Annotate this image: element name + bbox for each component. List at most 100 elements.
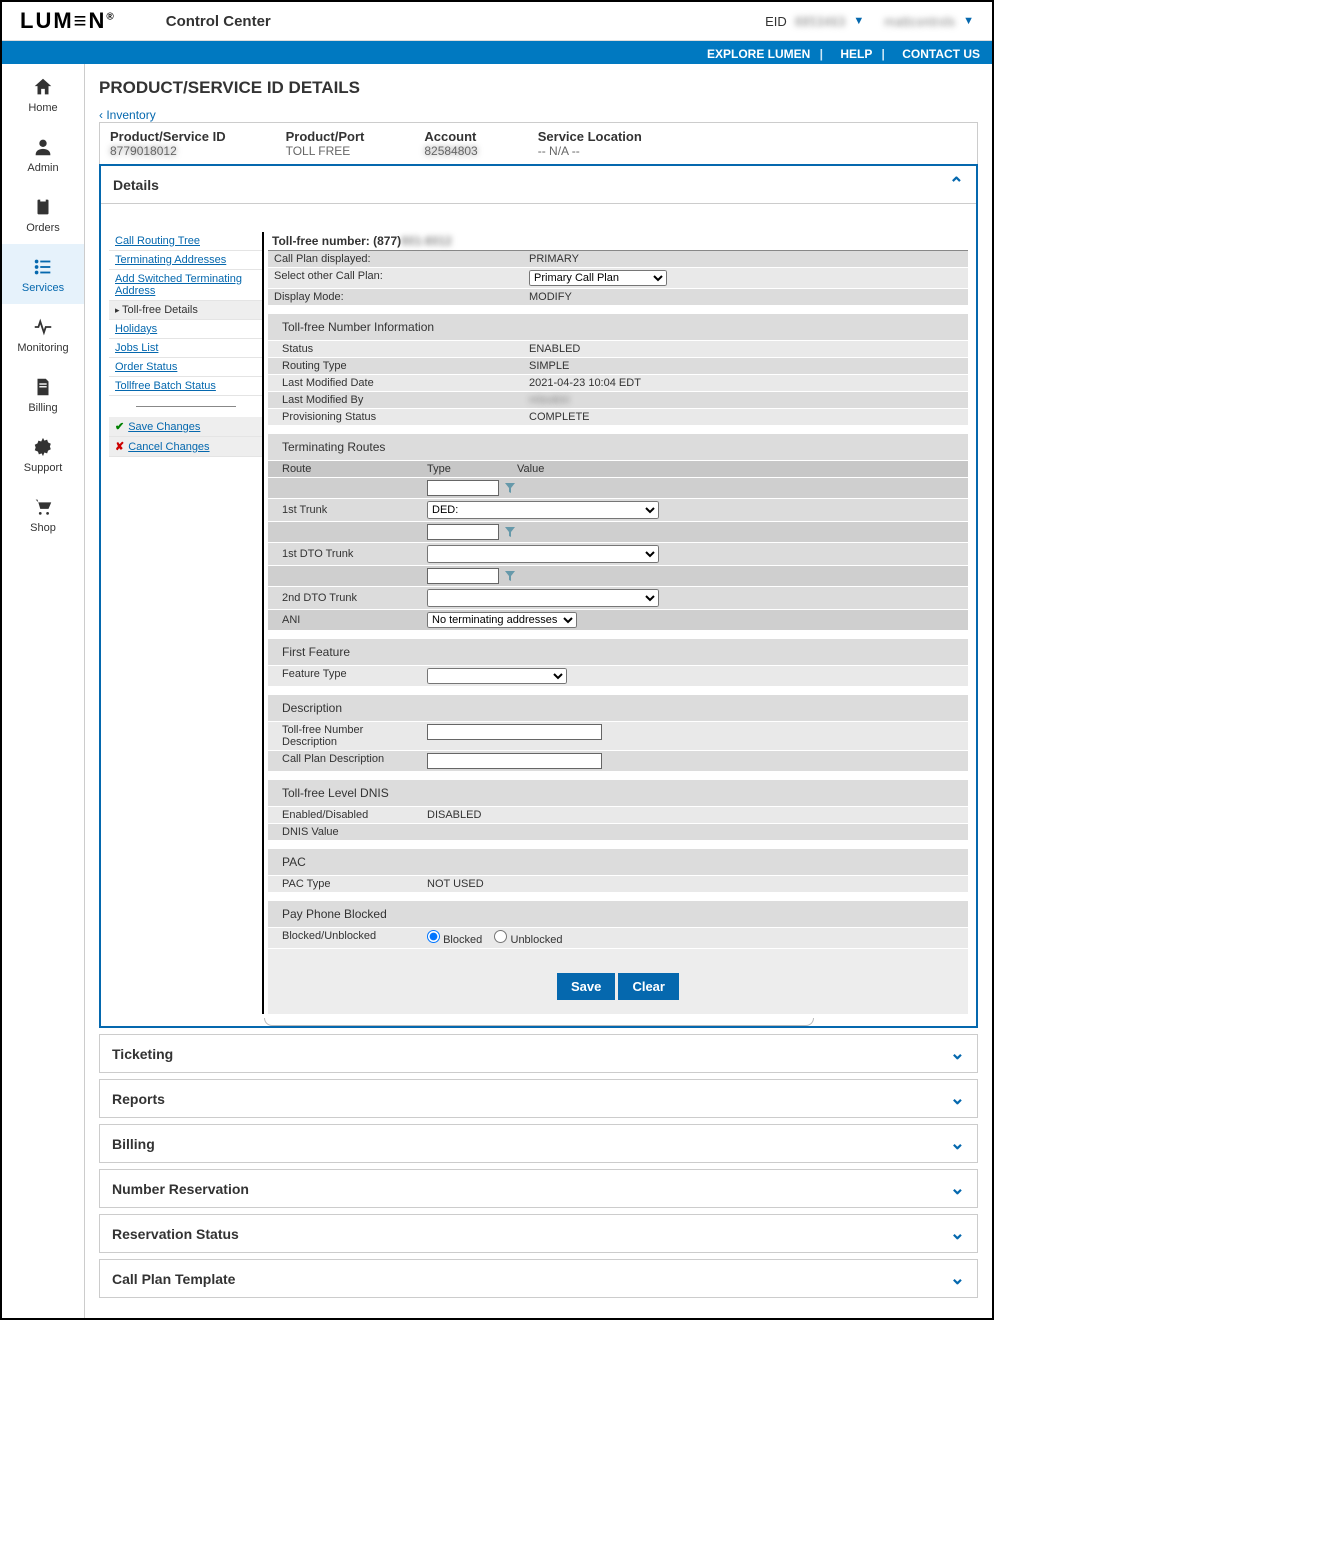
summary-row: Product/Service ID 8779018012 Product/Po… <box>99 122 978 164</box>
trunk1-select[interactable]: DED: <box>427 501 659 519</box>
tf-desc-input[interactable] <box>427 724 602 740</box>
status-value: ENABLED <box>523 341 968 357</box>
dto1-type-input[interactable] <box>427 524 499 540</box>
clipboard-icon <box>32 196 54 218</box>
pac-type-value: NOT USED <box>421 876 968 892</box>
contact-link[interactable]: CONTACT US <box>902 47 980 61</box>
loc-header: Service Location <box>538 129 642 144</box>
panel-call-plan-template[interactable]: Call Plan Template⌄ <box>99 1259 978 1298</box>
help-link[interactable]: HELP <box>840 47 872 61</box>
port-header: Product/Port <box>286 129 365 144</box>
brand-logo: LUM≡N® <box>20 8 116 34</box>
save-button[interactable]: Save <box>557 973 615 1000</box>
nav-support[interactable]: Support <box>2 424 84 484</box>
dto2-type-input[interactable] <box>427 568 499 584</box>
user-icon <box>32 136 54 158</box>
control-center-label: Control Center <box>166 13 271 30</box>
panel-reports[interactable]: Reports⌄ <box>99 1079 978 1118</box>
col-type: Type <box>421 461 511 477</box>
tree-nav: Call Routing Tree Terminating Addresses … <box>109 232 264 1014</box>
section-pac: PAC <box>268 849 968 876</box>
nav-shop[interactable]: Shop <box>2 484 84 544</box>
tree-order-status[interactable]: Order Status <box>115 361 177 373</box>
user-name[interactable]: mattcontrols <box>884 14 955 29</box>
lastmodby-label: Last Modified By <box>268 392 523 408</box>
dto1-select[interactable] <box>427 545 659 563</box>
dnis-value-label: DNIS Value <box>268 824 421 840</box>
pac-type-label: PAC Type <box>268 876 421 892</box>
chevron-down-icon[interactable]: ▼ <box>963 15 974 27</box>
routing-label: Routing Type <box>268 358 523 374</box>
feature-type-select[interactable] <box>427 668 567 684</box>
chevron-down-icon: ⌄ <box>950 1268 965 1289</box>
prov-value: COMPLETE <box>523 409 968 425</box>
list-icon <box>32 256 54 278</box>
eid-value[interactable]: 8853463 <box>795 14 846 29</box>
nav-orders[interactable]: Orders <box>2 184 84 244</box>
chevron-down-icon: ⌄ <box>950 1223 965 1244</box>
page-title: PRODUCT/SERVICE ID DETAILS <box>99 78 978 98</box>
radio-blocked-label[interactable]: Blocked <box>427 934 482 946</box>
check-icon: ✔ <box>115 420 124 433</box>
tree-cancel-changes[interactable]: ✘ Cancel Changes <box>109 437 262 457</box>
psid-value: 8779018012 <box>110 144 226 158</box>
chevron-down-icon: ⌄ <box>950 1088 965 1109</box>
bottom-curve <box>264 1018 814 1026</box>
chevron-down-icon: ⌄ <box>950 1043 965 1064</box>
call-plan-displayed-value: PRIMARY <box>523 251 968 267</box>
tree-holidays[interactable]: Holidays <box>115 323 157 335</box>
cp-desc-label: Call Plan Description <box>268 751 421 771</box>
home-icon <box>32 76 54 98</box>
document-icon <box>32 376 54 398</box>
section-payphone: Pay Phone Blocked <box>268 901 968 928</box>
radio-unblocked[interactable] <box>494 930 507 943</box>
panel-reservation-status[interactable]: Reservation Status⌄ <box>99 1214 978 1253</box>
dto2-select[interactable] <box>427 589 659 607</box>
psid-header: Product/Service ID <box>110 129 226 144</box>
nav-home[interactable]: Home <box>2 64 84 124</box>
radio-unblocked-label[interactable]: Unblocked <box>494 934 562 946</box>
gear-icon <box>32 436 54 458</box>
filter-icon[interactable] <box>503 481 517 495</box>
panel-number-reservation[interactable]: Number Reservation⌄ <box>99 1169 978 1208</box>
select-other-label: Select other Call Plan: <box>268 268 523 288</box>
panel-header-details[interactable]: Details ⌃ <box>101 166 976 203</box>
tree-jobs[interactable]: Jobs List <box>115 342 158 354</box>
breadcrumb-inventory[interactable]: Inventory <box>106 108 155 122</box>
nav-billing[interactable]: Billing <box>2 364 84 424</box>
trunk1-type-input[interactable] <box>427 480 499 496</box>
tree-save-changes[interactable]: ✔ Save Changes <box>109 417 262 437</box>
cp-desc-input[interactable] <box>427 753 602 769</box>
tree-tollfree-details[interactable]: ▸ Toll-free Details <box>109 301 262 320</box>
filter-icon[interactable] <box>503 569 517 583</box>
pay-label: Blocked/Unblocked <box>268 928 421 948</box>
tf-desc-label: Toll-free Number Description <box>268 722 421 750</box>
col-value: Value <box>511 461 968 477</box>
panel-details: Details ⌃ Call Routing Tree Terminating … <box>99 164 978 1028</box>
chevron-down-icon: ⌄ <box>950 1178 965 1199</box>
tree-call-routing[interactable]: Call Routing Tree <box>115 235 200 247</box>
tree-add-switched[interactable]: Add Switched Terminating Address <box>115 273 242 297</box>
clear-button[interactable]: Clear <box>618 973 679 1000</box>
explore-link[interactable]: EXPLORE LUMEN <box>707 47 810 61</box>
tree-batch-status[interactable]: Tollfree Batch Status <box>115 380 216 392</box>
panel-billing[interactable]: Billing⌄ <box>99 1124 978 1163</box>
select-call-plan[interactable]: Primary Call Plan <box>529 270 667 286</box>
nav-monitoring[interactable]: Monitoring <box>2 304 84 364</box>
status-label: Status <box>268 341 523 357</box>
nav-admin[interactable]: Admin <box>2 124 84 184</box>
radio-blocked[interactable] <box>427 930 440 943</box>
pulse-icon <box>32 316 54 338</box>
utility-nav: EXPLORE LUMEN | HELP | CONTACT US <box>2 41 992 64</box>
col-route: Route <box>268 461 421 477</box>
nav-services[interactable]: Services <box>2 244 84 304</box>
top-bar: LUM≡N® Control Center EID 8853463 ▼ matt… <box>2 2 992 41</box>
section-routes: Terminating Routes <box>268 434 968 461</box>
filter-icon[interactable] <box>503 525 517 539</box>
chevron-down-icon[interactable]: ▼ <box>853 15 864 27</box>
loc-value: -- N/A -- <box>538 144 642 158</box>
ani-select[interactable]: No terminating addresses available. <box>427 612 577 628</box>
trunk1-label: 1st Trunk <box>268 502 421 518</box>
tree-terminating[interactable]: Terminating Addresses <box>115 254 226 266</box>
panel-ticketing[interactable]: Ticketing⌄ <box>99 1034 978 1073</box>
